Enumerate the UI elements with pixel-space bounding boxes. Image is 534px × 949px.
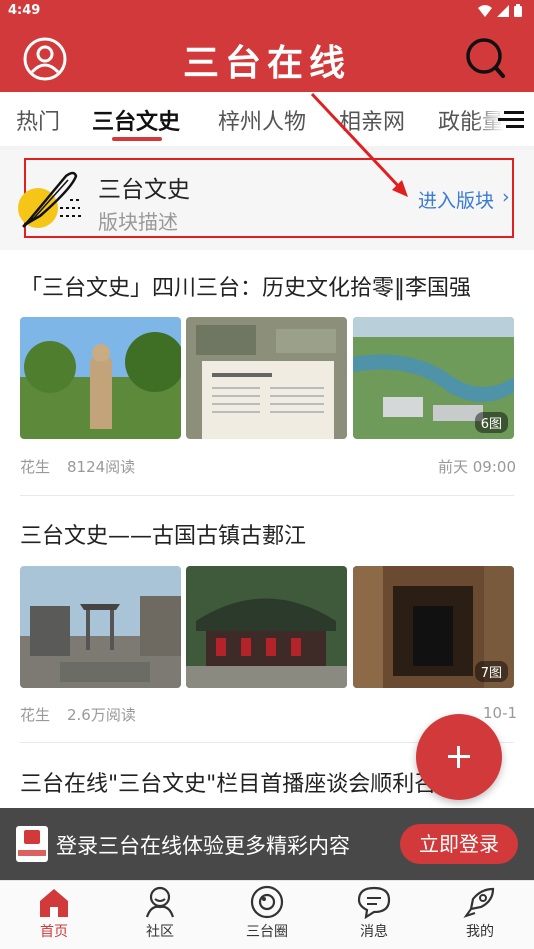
bottom-navigation: 首页 社区 三台圈 消息 我的 bbox=[0, 880, 534, 949]
app-title: 三台在线 bbox=[182, 42, 351, 84]
circle-icon bbox=[250, 885, 284, 919]
home-icon bbox=[40, 889, 68, 917]
signal-icon bbox=[497, 4, 509, 17]
chevron-right-icon: › bbox=[502, 186, 510, 208]
wifi-icon bbox=[478, 4, 492, 17]
article-author: 花生 bbox=[20, 706, 51, 724]
status-time: 4:49 bbox=[8, 3, 41, 18]
tab-hot[interactable]: 热门 bbox=[16, 104, 60, 136]
image-count-badge: 7图 bbox=[474, 661, 508, 682]
article-image[interactable]: 7图 bbox=[353, 566, 514, 688]
separator bbox=[0, 246, 534, 250]
article-author: 花生 bbox=[20, 458, 51, 476]
block-description: 版块描述 bbox=[98, 210, 178, 234]
active-tab-indicator bbox=[112, 137, 162, 141]
app-logo bbox=[16, 826, 48, 862]
divider bbox=[20, 495, 514, 496]
image-count-badge: 6图 bbox=[474, 412, 508, 433]
login-banner: 登录三台在线体验更多精彩内容 立即登录 bbox=[0, 808, 534, 880]
search-button[interactable] bbox=[464, 36, 508, 82]
nav-home[interactable]: 首页 bbox=[14, 885, 94, 941]
block-title: 三台文史 bbox=[98, 177, 190, 203]
article-image[interactable]: 6图 bbox=[353, 317, 514, 439]
status-bar: 4:49 bbox=[0, 0, 534, 24]
login-button[interactable]: 立即登录 bbox=[400, 824, 518, 864]
article-reads: 8124阅读 bbox=[67, 458, 136, 476]
login-prompt: 登录三台在线体验更多精彩内容 bbox=[56, 834, 350, 858]
status-icons bbox=[478, 4, 522, 17]
app-header: 三台在线 bbox=[0, 24, 534, 92]
nav-santai-circle[interactable]: 三台圈 bbox=[227, 885, 307, 941]
enter-block-link[interactable]: 进入版块 bbox=[418, 186, 494, 213]
nav-community[interactable]: 社区 bbox=[120, 885, 200, 941]
article-time: 10-1 bbox=[483, 704, 518, 722]
rocket-icon bbox=[463, 887, 495, 918]
article-time: 前天 09:00 bbox=[438, 458, 516, 476]
article-image[interactable] bbox=[186, 566, 347, 688]
nav-label: 我的 bbox=[466, 924, 494, 940]
battery-icon bbox=[514, 4, 522, 17]
category-tabs: 热门 三台文史 梓州人物 相亲网 政能量 bbox=[0, 92, 534, 148]
menu-icon[interactable] bbox=[498, 109, 524, 129]
tab-zizhou-people[interactable]: 梓州人物 bbox=[218, 104, 306, 136]
message-icon bbox=[357, 886, 391, 919]
search-icon bbox=[466, 38, 505, 78]
nav-label: 消息 bbox=[360, 924, 388, 940]
nav-profile[interactable]: 我的 bbox=[440, 885, 520, 941]
article-image[interactable] bbox=[20, 566, 181, 688]
add-post-button[interactable] bbox=[416, 714, 502, 800]
article-image[interactable] bbox=[20, 317, 181, 439]
nav-messages[interactable]: 消息 bbox=[334, 885, 414, 941]
nav-label: 首页 bbox=[40, 924, 68, 940]
tab-santai-history[interactable]: 三台文史 bbox=[92, 104, 180, 136]
quill-icon bbox=[22, 171, 82, 228]
nav-label: 三台圈 bbox=[246, 924, 288, 940]
article-image[interactable] bbox=[186, 317, 347, 439]
article-reads: 2.6万阅读 bbox=[67, 706, 136, 724]
nav-label: 社区 bbox=[146, 924, 174, 940]
tab-dating[interactable]: 相亲网 bbox=[339, 104, 405, 136]
article-title[interactable]: 三台文史——古国古镇古郪江 bbox=[20, 518, 520, 550]
community-icon bbox=[145, 886, 175, 918]
article-title[interactable]: 「三台文史」四川三台：历史文化拾零‖李国强 bbox=[20, 270, 520, 302]
